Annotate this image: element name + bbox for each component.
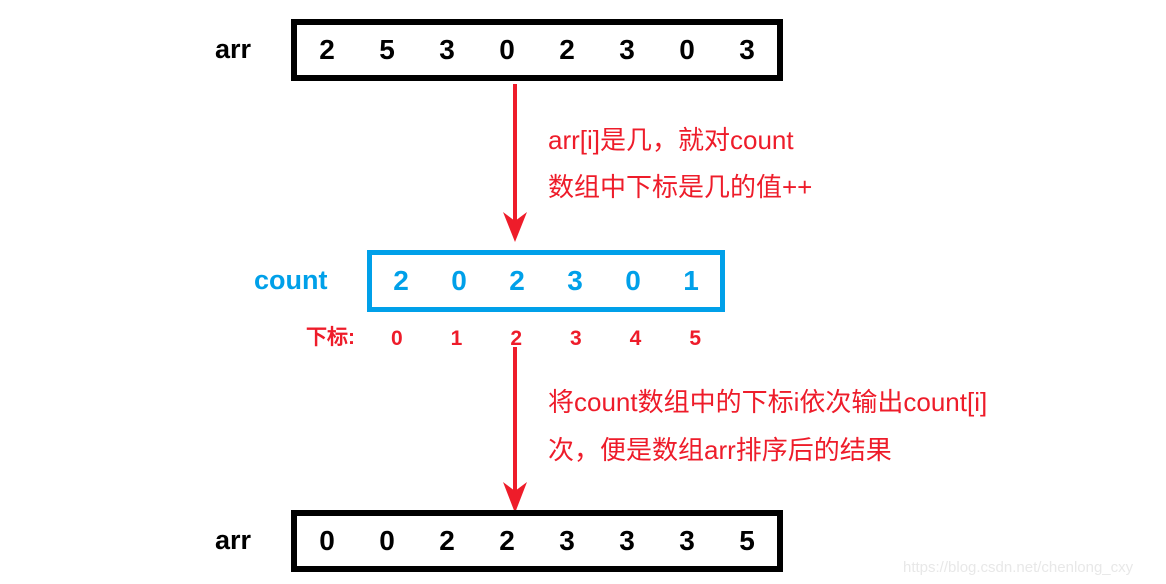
output-array-cell: 0 (379, 525, 395, 556)
input-array-cell: 5 (379, 34, 395, 65)
count-array-cell: 2 (509, 265, 525, 296)
count-array-cell: 2 (393, 265, 409, 296)
input-array-cell: 0 (499, 34, 515, 65)
count-array-cell: 0 (625, 265, 641, 296)
annotation-step1-line2: 数组中下标是几的值++ (548, 172, 813, 202)
annotation-step2-line2: 次，便是数组arr排序后的结果 (548, 435, 892, 465)
count-array-label: count (254, 265, 328, 295)
arrow-down-icon-step1 (503, 84, 527, 242)
output-array-cell: 5 (739, 525, 755, 556)
arrow-down-icon-step2 (503, 347, 527, 513)
count-array-box: 2 0 2 3 0 1 (367, 250, 725, 312)
output-array-label: arr (215, 525, 252, 555)
input-array-cell: 3 (439, 34, 455, 65)
annotation-step2-line1: 将count数组中的下标i依次输出count[i] (548, 387, 988, 417)
count-index-value: 3 (570, 326, 582, 350)
input-array-cell: 0 (679, 34, 695, 65)
annotation-step1-line1: arr[i]是几，就对count (548, 125, 794, 155)
output-array-cell: 3 (619, 525, 635, 556)
diagram-canvas: arr 2 5 3 0 2 3 0 3 arr[i]是几，就对count 数组中… (0, 0, 1166, 584)
input-array-cell: 2 (559, 34, 575, 65)
input-array-label: arr (215, 34, 252, 64)
count-array-cell: 0 (451, 265, 467, 296)
output-array-box: 0 0 2 2 3 3 3 5 (291, 510, 783, 572)
output-array-cell: 3 (559, 525, 575, 556)
count-index-value: 1 (450, 326, 463, 350)
watermark: https://blog.csdn.net/chenlong_cxy (903, 559, 1134, 576)
count-index-value: 0 (390, 326, 403, 350)
count-array-cell: 1 (683, 265, 699, 296)
output-array-cell: 2 (439, 525, 455, 556)
input-array-cell: 3 (739, 34, 755, 65)
output-array-cell: 3 (679, 525, 695, 556)
count-index-value: 4 (629, 326, 642, 350)
count-index-value: 5 (689, 326, 702, 350)
input-array-box: 2 5 3 0 2 3 0 3 (291, 19, 783, 81)
input-array-cell: 3 (619, 34, 635, 65)
count-index-caption: 下标: (306, 326, 355, 349)
count-index-strip: 0 1 2 3 4 5 (367, 327, 725, 349)
output-array-cell: 2 (499, 525, 515, 556)
count-array-cell: 3 (567, 265, 583, 296)
input-array-cell: 2 (319, 34, 335, 65)
output-array-cell: 0 (319, 525, 335, 556)
